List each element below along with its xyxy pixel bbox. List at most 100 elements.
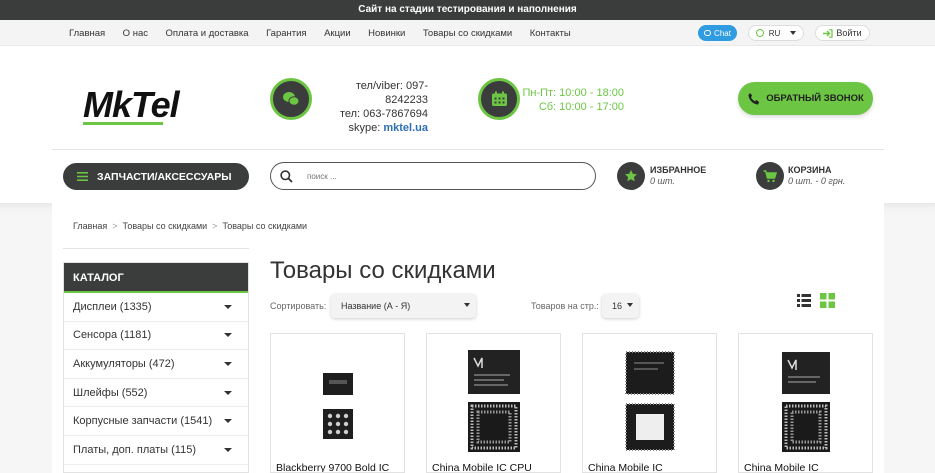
chevron-down-icon	[464, 303, 470, 307]
cart-title: КОРЗИНА	[788, 165, 832, 175]
search-icon[interactable]	[280, 169, 293, 183]
logo-text: MkTel	[83, 84, 180, 125]
sidebar-item-displays[interactable]: Дисплеи (1335)	[64, 293, 248, 322]
favorites-count: 0 шт.	[650, 176, 675, 186]
sidebar-item-label: Платы, доп. платы (115)	[73, 443, 196, 456]
sidebar-item-label: Шлейфы (552)	[73, 386, 148, 399]
per-page-value: 16	[612, 301, 623, 311]
search-input[interactable]	[307, 171, 567, 181]
calendar-icon	[478, 78, 520, 120]
callback-button[interactable]: ОБРАТНЫЙ ЗВОНОК	[738, 82, 873, 115]
cart-block[interactable]: КОРЗИНА 0 шт. - 0 грн.	[788, 165, 845, 187]
product-card[interactable]: Blackberry 9700 Bold IC	[270, 333, 405, 473]
product-card[interactable]: China Mobile IC CPU	[426, 333, 561, 473]
breadcrumb-separator-icon: >	[112, 221, 118, 231]
breadcrumb-divider	[63, 248, 249, 249]
search-box	[270, 162, 596, 190]
contact-info: тел/viber: 097-8242233 тел: 063-7867694 …	[318, 79, 428, 135]
caret-down-icon[interactable]	[224, 333, 232, 338]
nav-link-promotions[interactable]: Акции	[324, 28, 351, 39]
per-page-label: Товаров на стр.:	[531, 301, 599, 311]
skype-line: skype: mktel.ua	[318, 121, 429, 135]
caret-down-icon[interactable]	[224, 390, 232, 395]
catalog-menu-label: ЗАПЧАСТИ/АКСЕССУАРЫ	[97, 170, 232, 183]
chevron-down-icon	[627, 303, 633, 307]
product-image[interactable]	[757, 342, 855, 460]
favorites-title: ИЗБРАННОЕ	[650, 165, 707, 175]
phone-chat-icon	[270, 78, 312, 120]
breadcrumb-current: Товары со скидками	[222, 221, 308, 231]
nav-link-contacts[interactable]: Контакты	[530, 28, 571, 39]
product-card[interactable]: China Mobile IC	[582, 333, 717, 473]
hamburger-icon	[77, 172, 88, 181]
caret-down-icon[interactable]	[224, 419, 232, 424]
hours-saturday: Сб: 10:00 - 17:00	[538, 101, 624, 113]
skype-label: skype:	[348, 122, 384, 134]
sort-select[interactable]: Название (А - Я)	[331, 294, 476, 318]
login-label: Войти	[836, 28, 862, 38]
sidebar-item-boards[interactable]: Платы, доп. платы (115)	[64, 436, 248, 465]
sort-label: Сортировать:	[270, 301, 327, 311]
product-image[interactable]	[289, 342, 387, 460]
nav-link-new[interactable]: Новинки	[368, 28, 405, 39]
sort-value: Название (А - Я)	[341, 301, 411, 311]
phone-icon	[748, 92, 760, 105]
chevron-down-icon	[790, 31, 797, 35]
sidebar-item-batteries[interactable]: Аккумуляторы (472)	[64, 350, 248, 379]
login-icon	[823, 28, 834, 38]
sidebar-item-label: Дисплеи (1335)	[73, 300, 152, 313]
chat-button[interactable]: Chat	[698, 25, 737, 41]
cart-icon[interactable]	[756, 162, 784, 190]
caret-down-icon[interactable]	[224, 304, 232, 309]
top-nav-links: Главная О нас Оплата и доставка Гарантия…	[69, 20, 588, 46]
product-name[interactable]: Blackberry 9700 Bold IC	[276, 462, 389, 472]
logo-underline	[83, 122, 163, 125]
nav-link-payment-delivery[interactable]: Оплата и доставка	[165, 28, 248, 39]
catalog-title: КАТАЛОГ	[64, 263, 248, 293]
cart-summary: 0 шт. - 0 грн.	[788, 176, 846, 186]
phone-second[interactable]: тел: 063-7867694	[318, 107, 428, 121]
breadcrumb: Главная > Товары со скидками > Товары со…	[73, 221, 307, 231]
chat-bubble-icon	[704, 30, 712, 36]
favorites-icon[interactable]	[617, 162, 645, 190]
caret-down-icon[interactable]	[224, 361, 232, 366]
sidebar-item-label: Корпусные запчасти (1541)	[73, 415, 213, 428]
nav-link-discounts[interactable]: Товары со скидками	[423, 28, 512, 39]
breadcrumb-discounts[interactable]: Товары со скидками	[123, 221, 208, 231]
breadcrumb-separator-icon: >	[212, 221, 218, 231]
chat-label: Chat	[714, 28, 731, 38]
breadcrumb-home[interactable]: Главная	[73, 221, 107, 231]
language-value: RU	[768, 28, 781, 38]
header-divider	[52, 149, 884, 150]
product-name[interactable]: China Mobile IC	[744, 462, 819, 472]
nav-link-about[interactable]: О нас	[123, 28, 148, 39]
hours-weekdays: Пн-Пт: 10:00 - 18:00	[522, 87, 624, 99]
product-name[interactable]: China Mobile IC CPU	[432, 462, 532, 472]
sidebar-item-touchscreens[interactable]: Сенсора (1181)	[64, 322, 248, 351]
caret-down-icon[interactable]	[224, 447, 232, 452]
globe-icon	[755, 29, 764, 37]
sidebar-item-label: Аккумуляторы (472)	[73, 357, 175, 370]
sidebar-item-label: Сенсора (1181)	[73, 329, 152, 342]
sidebar-item-flex-cables[interactable]: Шлейфы (552)	[64, 379, 248, 408]
product-image[interactable]	[601, 342, 699, 460]
list-view-icon[interactable]	[797, 294, 811, 307]
language-select[interactable]: RU	[748, 25, 804, 41]
sidebar-item-housing-parts[interactable]: Корпусные запчасти (1541)	[64, 407, 248, 436]
product-name[interactable]: China Mobile IC	[588, 462, 663, 472]
nav-link-home[interactable]: Главная	[69, 28, 105, 39]
site-logo[interactable]: MkTel	[83, 84, 198, 128]
per-page-select[interactable]: 16	[602, 294, 639, 318]
product-image[interactable]	[445, 342, 543, 460]
test-banner: Сайт на стадии тестирования и наполнения	[0, 0, 935, 20]
favorites-block[interactable]: ИЗБРАННОЕ 0 шт.	[650, 165, 706, 187]
grid-view-icon[interactable]	[820, 293, 835, 308]
nav-link-warranty[interactable]: Гарантия	[266, 28, 307, 39]
catalog-menu-button[interactable]: ЗАПЧАСТИ/АКСЕССУАРЫ	[63, 163, 249, 190]
catalog-sidebar: КАТАЛОГ Дисплеи (1335) Сенсора (1181) Ак…	[63, 262, 249, 473]
skype-link[interactable]: mktel.ua	[383, 122, 428, 134]
login-button[interactable]: Войти	[815, 25, 870, 41]
product-card[interactable]: China Mobile IC	[738, 333, 873, 473]
phone-viber[interactable]: тел/viber: 097-8242233	[318, 79, 428, 107]
top-nav: Главная О нас Оплата и доставка Гарантия…	[0, 20, 935, 46]
